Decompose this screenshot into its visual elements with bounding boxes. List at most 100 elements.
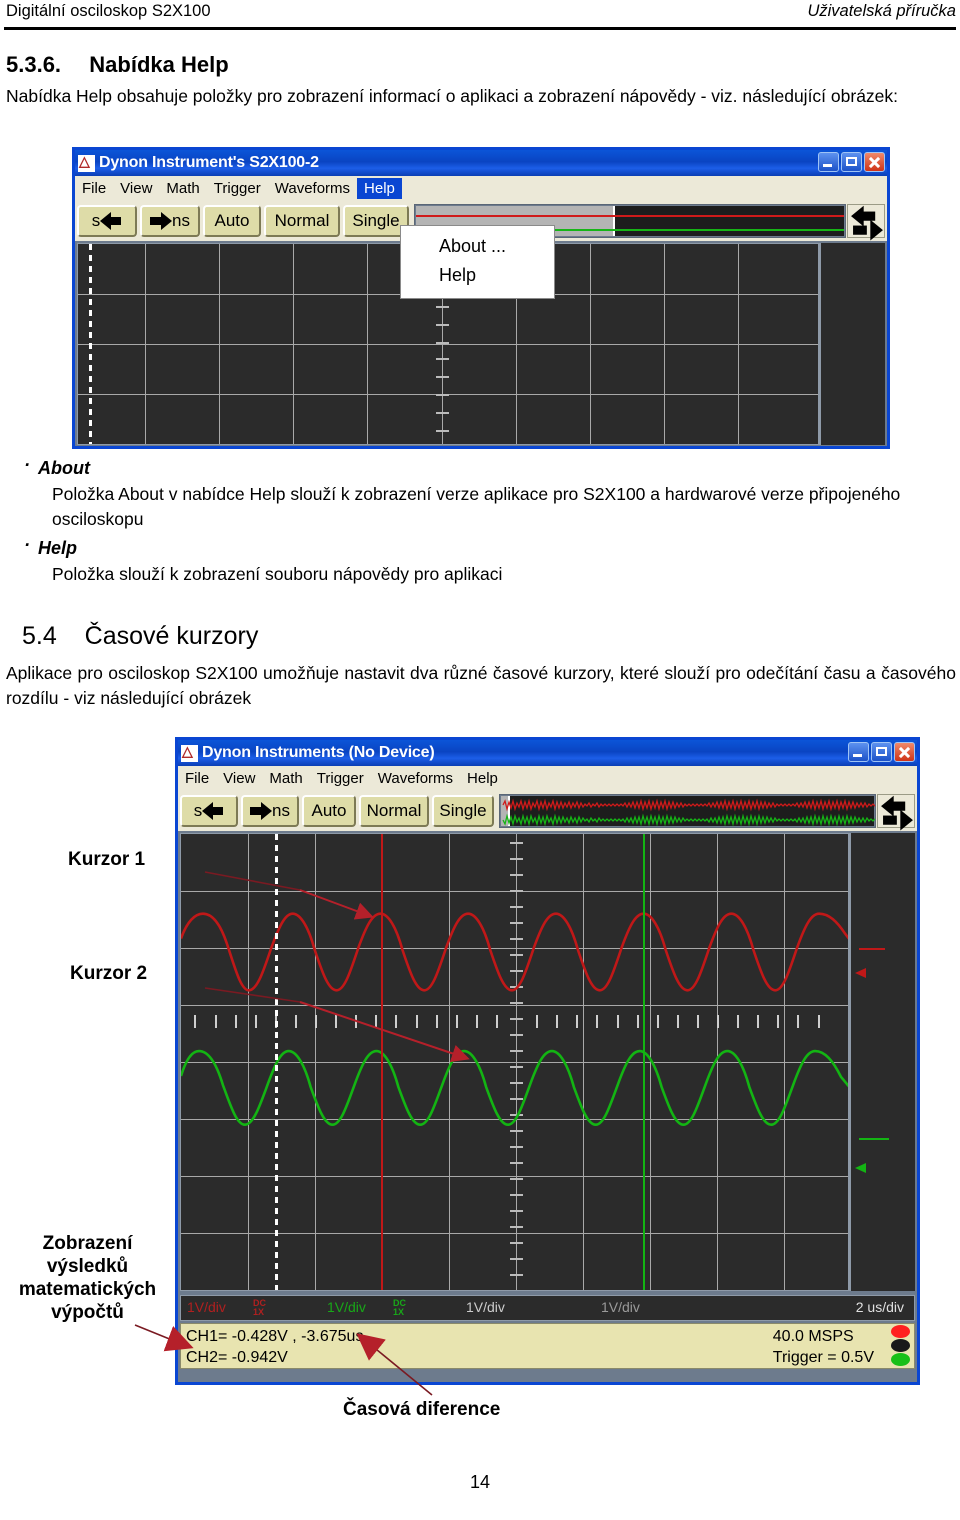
figure2-title-bar[interactable]: △ Dynon Instruments (No Device) (178, 740, 917, 766)
timebase-decrease-button[interactable]: s (180, 795, 238, 827)
menu-item-help[interactable]: Help (357, 177, 402, 199)
trigger-mode-auto-button[interactable]: Auto (302, 795, 356, 827)
sample-rate-label: 40.0 MSPS (772, 1328, 854, 1345)
minimize-icon[interactable] (848, 742, 869, 762)
status-light-off (890, 1339, 910, 1352)
status-lights (888, 1325, 912, 1367)
menu-item-math[interactable]: Math (262, 768, 309, 789)
bullet-about-text: Položka About v nabídce Help slouží k zo… (52, 484, 901, 529)
timebase-increase-button[interactable]: ns (140, 205, 200, 237)
section-54-heading: 5.4 Časové kurzory (22, 622, 258, 651)
ch2-scale-label[interactable]: 1V/div (327, 1299, 366, 1315)
menu-item-file[interactable]: File (178, 768, 216, 789)
dynon-logo-icon: △ (78, 154, 95, 172)
trigger-mode-auto-button[interactable]: Auto (203, 205, 261, 237)
pan-right-icon[interactable] (853, 219, 883, 241)
annotation-cursor-2: Kurzor 2 (70, 963, 148, 984)
timebase-unit-ns-label: ns (272, 801, 290, 820)
timebase-decrease-button[interactable]: s (77, 205, 137, 237)
trigger-mode-normal-button[interactable]: Normal (359, 795, 429, 827)
figure2-grid[interactable] (180, 833, 852, 1291)
arrow-right-icon (150, 212, 173, 230)
math2-scale-label[interactable]: 1V/div (601, 1299, 640, 1315)
dynon-logo-icon: △ (181, 744, 198, 762)
menu-item-file[interactable]: File (75, 178, 113, 199)
figure2-acquisition-info: 40.0 MSPS Trigger = 0.5V (773, 1326, 874, 1368)
timebase-unit-s-label: s (193, 801, 203, 820)
ch2-coupling-label[interactable]: DC 1X (393, 1299, 406, 1317)
menu-item-view[interactable]: View (216, 768, 262, 789)
figure1-oscilloscope-window[interactable]: △ Dynon Instrument's S2X100-2 File View … (72, 147, 890, 449)
ch1-coupling-line2: 1X (253, 1307, 265, 1317)
ch2-coupling-line2: 1X (393, 1307, 405, 1317)
figure2-window-buttons[interactable] (848, 742, 915, 762)
menu-item-help[interactable]: Help (460, 768, 505, 789)
ch1-scale-label[interactable]: 1V/div (187, 1299, 226, 1315)
dropdown-item-about[interactable]: About ... (401, 232, 554, 261)
figure2-overview-ch2-trace (502, 813, 875, 827)
menu-item-trigger[interactable]: Trigger (310, 768, 371, 789)
figure2-window-title: Dynon Instruments (No Device) (202, 744, 435, 761)
annotation-math-line2: výsledků (46, 1256, 129, 1277)
figure1-window-title: Dynon Instrument's S2X100-2 (99, 154, 319, 171)
figure2-ch2-waveform (181, 1049, 851, 1127)
figure1-window-buttons[interactable] (818, 152, 885, 172)
figure1-overview-ch1-trace (416, 215, 844, 217)
menu-item-trigger[interactable]: Trigger (207, 178, 268, 199)
close-icon[interactable] (864, 152, 885, 172)
figure2-pan-arrows[interactable] (877, 794, 915, 831)
figure2-plot-area[interactable] (178, 831, 917, 1293)
maximize-icon[interactable] (871, 742, 892, 762)
figure2-overview-canvas (501, 796, 875, 827)
close-icon[interactable] (894, 742, 915, 762)
status-light-green (890, 1353, 910, 1366)
figure2-cursor-2[interactable] (380, 834, 383, 1290)
minimize-icon[interactable] (818, 152, 839, 172)
figure2-measurements: CH1= -0.428V , -3.675us CH2= -0.942V (186, 1326, 363, 1368)
section-54-paragraph: Aplikace pro osciloskop S2X100 umožňuje … (6, 663, 956, 708)
figure2-scale-row: 1V/div DC 1X 1V/div DC 1X 1V/div 1V/div … (180, 1295, 915, 1321)
menu-item-waveforms[interactable]: Waveforms (371, 768, 460, 789)
figure1-cursor-1[interactable] (89, 244, 93, 444)
figure2-toolbar[interactable]: s ns Auto Normal Single (178, 791, 917, 831)
menu-item-waveforms[interactable]: Waveforms (268, 178, 357, 199)
figure1-menu-bar[interactable]: File View Math Trigger Waveforms Help (75, 176, 887, 201)
timebase-label[interactable]: 2 us/div (856, 1299, 904, 1315)
trigger-mode-single-button[interactable]: Single (432, 795, 494, 827)
ch1-offset-arrow-icon[interactable] (855, 968, 866, 978)
ch1-coupling-label[interactable]: DC 1X (253, 1299, 266, 1317)
timebase-unit-ns-label: ns (172, 211, 190, 230)
pan-right-icon[interactable] (883, 809, 913, 831)
annotation-math-results: Zobrazení výsledků matematických výpočtů (0, 1232, 175, 1324)
figure2-trigger-position-line[interactable] (643, 834, 646, 1290)
figure1-title-bar[interactable]: △ Dynon Instrument's S2X100-2 (75, 150, 887, 176)
section-54-title: Časové kurzory (84, 622, 259, 650)
ch2-offset-arrow-icon[interactable] (855, 1163, 866, 1173)
timebase-increase-button[interactable]: ns (241, 795, 299, 827)
maximize-icon[interactable] (841, 152, 862, 172)
trigger-mode-normal-button[interactable]: Normal (264, 205, 340, 237)
annotation-math-line1: Zobrazení (42, 1233, 133, 1254)
figure1-help-dropdown[interactable]: About ... Help (400, 225, 555, 299)
figure2-overview-strip[interactable] (499, 794, 876, 828)
section-536-title: Nabídka Help (89, 52, 229, 77)
ch1-measurement: CH1= -0.428V , -3.675us (186, 1328, 364, 1345)
math1-scale-label[interactable]: 1V/div (466, 1299, 505, 1315)
figure2-status-bar: CH1= -0.428V , -3.675us CH2= -0.942V 40.… (180, 1323, 915, 1369)
running-head-right: Uživatelská příručka (807, 2, 956, 20)
running-head: Digitální osciloskop S2X100 Uživatelská … (0, 0, 960, 30)
annotation-math-line4: výpočtů (51, 1302, 124, 1323)
ch1-offset-marker[interactable] (859, 948, 885, 950)
annotation-time-difference: Časová diference (343, 1399, 501, 1420)
bullet-help-term: Help (24, 535, 77, 559)
section-536-paragraph: Nabídka Help obsahuje položky pro zobraz… (6, 86, 899, 106)
figure2-cursor-1[interactable] (274, 834, 278, 1290)
figure1-pan-arrows[interactable] (847, 204, 885, 241)
menu-item-view[interactable]: View (113, 178, 159, 199)
figure2-overview-ch1-trace (502, 798, 875, 812)
figure2-oscilloscope-window[interactable]: △ Dynon Instruments (No Device) File Vie… (175, 737, 920, 1385)
ch2-offset-marker[interactable] (859, 1138, 889, 1140)
menu-item-math[interactable]: Math (159, 178, 206, 199)
figure2-menu-bar[interactable]: File View Math Trigger Waveforms Help (178, 766, 917, 791)
dropdown-item-help[interactable]: Help (401, 261, 554, 290)
